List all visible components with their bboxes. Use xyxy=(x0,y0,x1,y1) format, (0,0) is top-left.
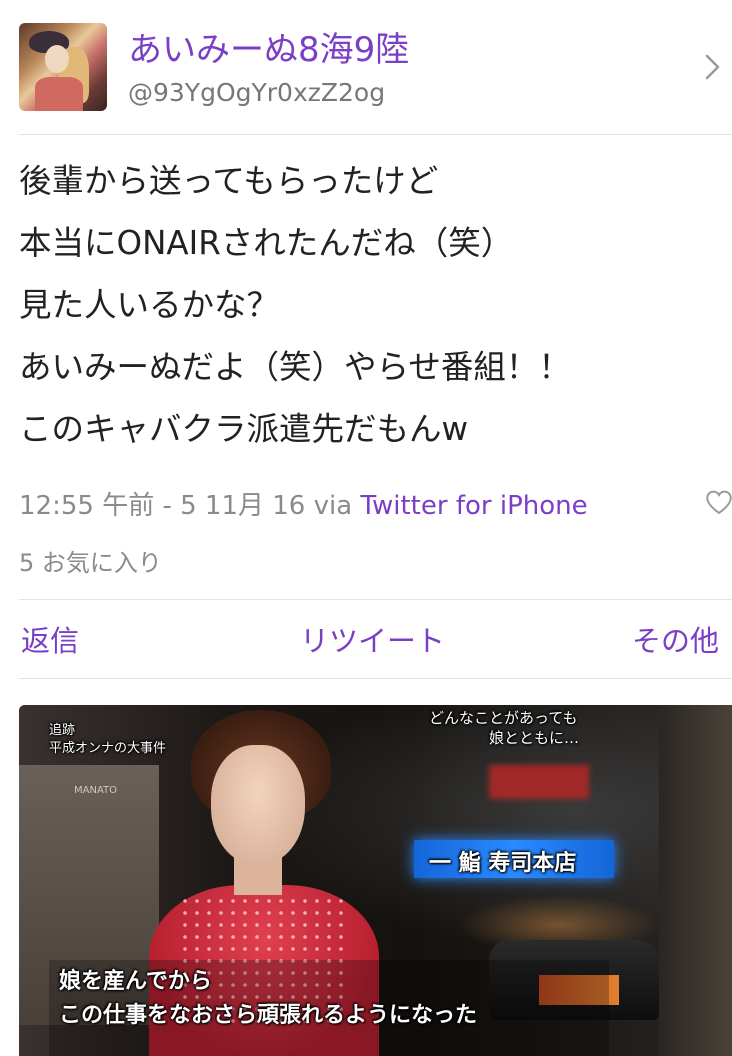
via-app-link[interactable]: Twitter for iPhone xyxy=(360,491,587,521)
photo-red-sign xyxy=(489,765,589,799)
avatar-dress xyxy=(35,77,83,111)
photo-subtitle: この仕事をなおさら頑張れるようになった xyxy=(59,1003,478,1028)
tweet-text: 後輩から送ってもらったけど 本当にONAIRされたんだね（笑） 見た人いるかな？… xyxy=(19,150,719,460)
tweet-line: あいみーぬだよ（笑）やらせ番組！！ xyxy=(19,348,571,386)
photo-person-face xyxy=(211,745,305,865)
divider xyxy=(19,134,732,135)
retweet-button[interactable]: リツイート xyxy=(300,618,445,660)
divider xyxy=(19,678,732,679)
heart-icon[interactable] xyxy=(704,487,732,517)
tweet-timestamp: 12:55 午前 - 5 11月 16 via xyxy=(19,491,361,521)
user-handle[interactable]: @93YgOgYr0xzZ2og xyxy=(128,78,385,107)
avatar[interactable] xyxy=(19,23,107,111)
photo-subtitle: 娘を産んでから xyxy=(59,969,212,994)
more-button[interactable]: その他 xyxy=(632,618,719,660)
photo-store-sign: MANATO xyxy=(74,785,117,796)
display-name[interactable]: あいみーぬ8海9陸 xyxy=(128,22,409,71)
photo-caption: 娘とともに… xyxy=(489,729,580,747)
tweet-line: 後輩から送ってもらったけど xyxy=(19,162,439,200)
avatar-face xyxy=(45,45,69,73)
chevron-right-icon[interactable] xyxy=(702,52,724,82)
program-title: 平成オンナの大事件 xyxy=(49,741,167,756)
attached-photo[interactable]: 一 鮨 寿司本店 MANATO どんなことがあっても 娘とともに… 追跡 平成オ… xyxy=(19,705,732,1056)
tweet-line: 見た人いるかな？ xyxy=(19,286,280,324)
reply-button[interactable]: 返信 xyxy=(21,618,79,660)
tweet-line: 本当にONAIRされたんだね（笑） xyxy=(19,224,514,262)
tweet-header[interactable]: あいみーぬ8海9陸 @93YgOgYr0xzZ2og xyxy=(0,0,732,134)
favorites-count[interactable]: 5 お気に入り xyxy=(19,543,162,578)
tweet-meta: 12:55 午前 - 5 11月 16 via Twitter for iPho… xyxy=(19,485,588,522)
tweet-line: このキャバクラ派遣先だもんw xyxy=(19,410,469,448)
photo-wall xyxy=(659,705,732,1056)
action-bar: 返信 リツイート その他 xyxy=(0,600,732,670)
neon-sign-text: 一 鮨 寿司本店 xyxy=(429,851,577,876)
program-label: 追跡 xyxy=(49,723,76,738)
photo-caption: どんなことがあっても xyxy=(429,709,578,727)
